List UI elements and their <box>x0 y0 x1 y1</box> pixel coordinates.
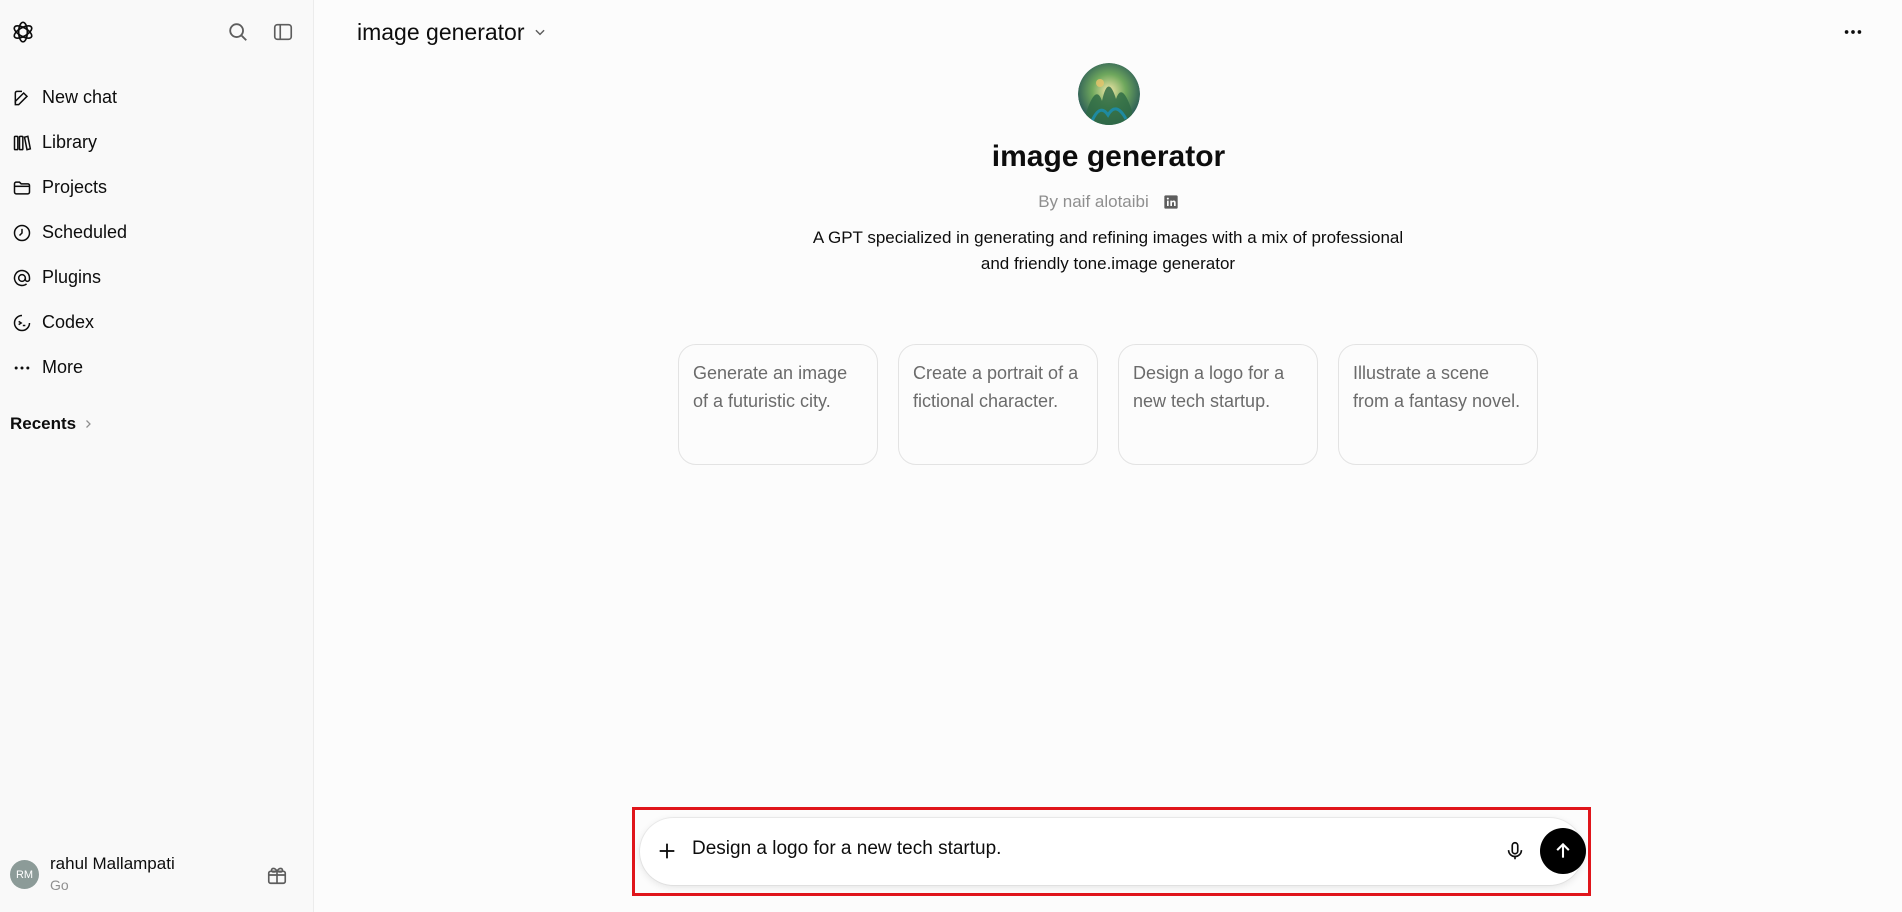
user-plan: Go <box>50 877 69 893</box>
sidebar-item-scheduled[interactable]: Scheduled <box>0 210 314 255</box>
recents-label: Recents <box>10 414 77 433</box>
model-selector-label: image generator <box>357 18 525 45</box>
sidebar-item-label: Scheduled <box>42 222 128 242</box>
sidebar-item-label: More <box>42 357 84 377</box>
edit-icon <box>11 87 33 109</box>
sidebar-item-library[interactable]: Library <box>0 120 314 165</box>
sidebar-item-label: Library <box>42 132 98 152</box>
sidebar-nav: New chat Library Projects Scheduled Plug… <box>0 75 314 390</box>
sidebar-item-label: Projects <box>42 177 108 197</box>
starter-card[interactable]: Design a logo for a new tech startup. <box>1118 344 1318 465</box>
library-icon <box>11 132 33 154</box>
composer-highlight <box>632 807 1591 896</box>
dots-icon <box>11 357 33 379</box>
sidebar-item-codex[interactable]: Codex <box>0 300 314 345</box>
plus-icon[interactable] <box>652 836 682 866</box>
sidebar: New chat Library Projects Scheduled Plug… <box>0 0 314 912</box>
gpt-author: By naif alotaibi <box>315 192 1902 212</box>
openai-logo-icon[interactable] <box>9 18 37 46</box>
user-name: rahul Mallampati <box>50 854 175 873</box>
send-button[interactable] <box>1540 828 1586 874</box>
avatar: RM <box>10 860 39 889</box>
codex-icon <box>11 312 33 334</box>
linkedin-icon[interactable] <box>1163 194 1179 210</box>
starter-card[interactable]: Illustrate a scene from a fantasy novel. <box>1338 344 1538 465</box>
sidebar-item-label: Plugins <box>42 267 102 287</box>
gpt-author-text: By naif alotaibi <box>1038 192 1149 211</box>
sidebar-item-more[interactable]: More <box>0 345 314 390</box>
more-options-icon[interactable] <box>1835 16 1871 48</box>
gpt-avatar <box>1078 63 1140 125</box>
chevron-right-icon <box>82 418 94 430</box>
folder-icon <box>11 177 33 199</box>
sidebar-item-plugins[interactable]: Plugins <box>0 255 314 300</box>
starter-card[interactable]: Generate an image of a futuristic city. <box>678 344 878 465</box>
at-icon <box>11 267 33 289</box>
prompt-input[interactable] <box>692 838 1392 860</box>
clock-icon <box>11 222 33 244</box>
user-profile[interactable]: RM rahul Mallampati Go <box>0 848 314 900</box>
microphone-icon[interactable] <box>1500 836 1530 866</box>
main-panel: image generator image generator By naif … <box>315 0 1902 912</box>
model-selector[interactable]: image generator <box>357 16 547 48</box>
recents-toggle[interactable]: Recents <box>10 414 94 434</box>
sidebar-item-projects[interactable]: Projects <box>0 165 314 210</box>
search-icon[interactable] <box>224 18 252 46</box>
chevron-down-icon <box>533 25 547 39</box>
gift-icon[interactable] <box>264 862 290 888</box>
sidebar-item-new-chat[interactable]: New chat <box>0 75 314 120</box>
sidebar-header <box>0 0 314 64</box>
sidebar-toggle-icon[interactable] <box>268 18 298 46</box>
gpt-description: A GPT specialized in generating and refi… <box>812 228 1404 273</box>
gpt-title: image generator <box>991 140 1226 173</box>
sidebar-item-label: Codex <box>42 312 95 332</box>
arrow-up-icon <box>1556 842 1570 858</box>
sidebar-item-label: New chat <box>42 87 118 107</box>
composer <box>640 818 1586 885</box>
starter-card[interactable]: Create a portrait of a fictional charact… <box>898 344 1098 465</box>
